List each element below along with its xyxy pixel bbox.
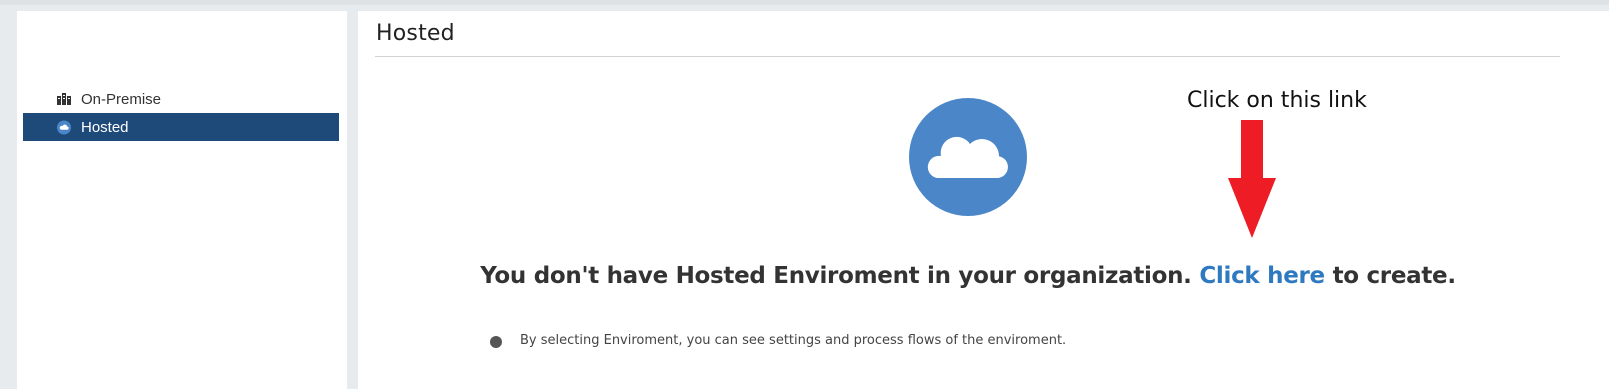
cloud-icon bbox=[909, 98, 1027, 216]
title-divider bbox=[375, 56, 1560, 57]
main-panel: Hosted You don't have Hosted Enviroment … bbox=[358, 11, 1609, 389]
bullet-icon bbox=[490, 336, 502, 348]
hint-text: By selecting Enviroment, you can see set… bbox=[520, 333, 1067, 348]
annotation-label: Click on this link bbox=[1187, 88, 1367, 113]
empty-state-suffix: to create. bbox=[1332, 263, 1457, 289]
page-title: Hosted bbox=[376, 21, 455, 46]
down-arrow-icon bbox=[1228, 120, 1276, 238]
empty-state-message: You don't have Hosted Enviroment in your… bbox=[358, 263, 1578, 289]
building-icon bbox=[57, 92, 71, 106]
sidebar-item-on-premise[interactable]: On-Premise bbox=[23, 85, 339, 113]
sidebar-item-hosted[interactable]: Hosted bbox=[23, 113, 339, 141]
sidebar-item-label: On-Premise bbox=[81, 90, 162, 108]
sidebar: On-Premise Hosted bbox=[17, 11, 347, 389]
empty-state-text: You don't have Hosted Enviroment in your… bbox=[480, 263, 1192, 289]
top-bar bbox=[0, 0, 1609, 5]
create-hosted-link[interactable]: Click here bbox=[1199, 263, 1325, 289]
hint-row: By selecting Enviroment, you can see set… bbox=[490, 333, 1066, 348]
cloud-icon bbox=[57, 120, 71, 134]
sidebar-item-label: Hosted bbox=[81, 118, 129, 136]
